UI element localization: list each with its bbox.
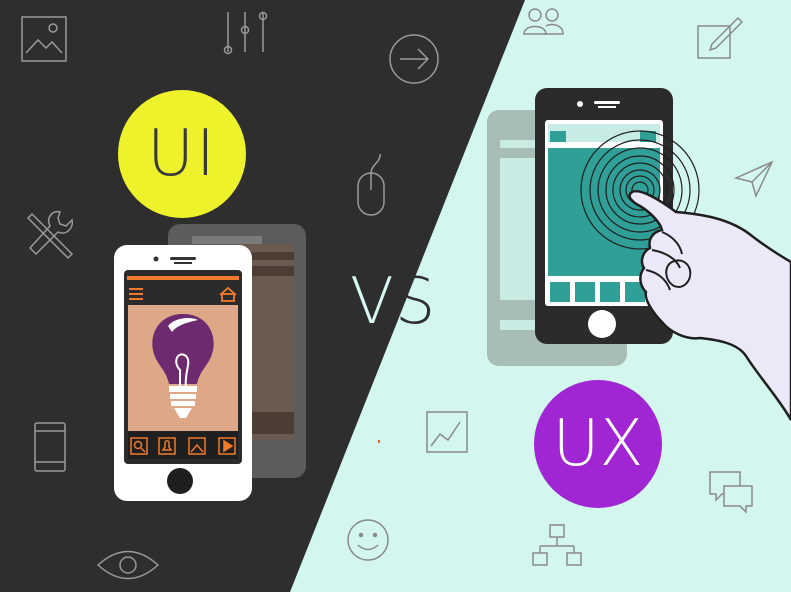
vs-letter-v: V: [350, 265, 395, 339]
ui-label: UI: [147, 117, 217, 191]
ui-phone: [114, 245, 252, 501]
vs-letter-s: S: [394, 265, 437, 339]
ux-phone-home-button: [588, 310, 616, 338]
ui-vs-ux-illustration: UI VS UX: [0, 0, 791, 592]
vs-label: VS: [350, 270, 436, 334]
ui-phone-home-button: [167, 468, 193, 494]
ux-label: UX: [552, 407, 644, 481]
